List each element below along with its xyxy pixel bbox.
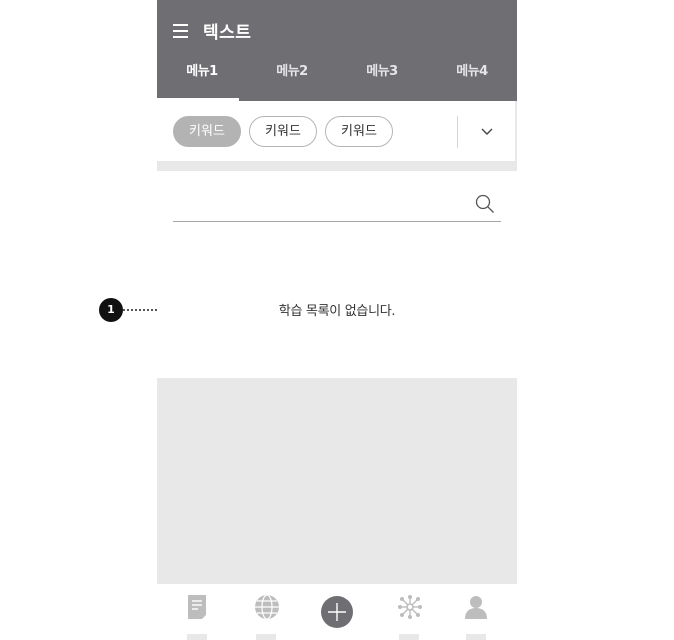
content-placeholder <box>157 378 517 584</box>
tab-menu3[interactable]: 메뉴3 <box>337 56 427 101</box>
person-icon <box>464 594 488 620</box>
nav-label-placeholder <box>256 634 276 640</box>
app-header: 텍스트 메뉴1 메뉴2 메뉴3 메뉴4 <box>157 0 517 101</box>
section-divider <box>157 161 517 171</box>
empty-state-message: 학습 목록이 없습니다. <box>278 304 396 319</box>
annotation-badge: 1 <box>99 298 123 322</box>
plus-circle-icon <box>320 595 354 629</box>
keyword-chip[interactable]: 키워드 <box>173 116 241 147</box>
document-icon <box>185 594 209 620</box>
tab-menu2[interactable]: 메뉴2 <box>247 56 337 101</box>
nav-label-placeholder <box>187 634 207 640</box>
nav-item-network[interactable] <box>389 594 429 640</box>
bottom-nav <box>157 584 517 640</box>
tab-menu4[interactable]: 메뉴4 <box>427 56 517 101</box>
search-input[interactable] <box>173 188 469 221</box>
menu-icon[interactable] <box>173 24 188 38</box>
globe-icon <box>254 594 279 620</box>
nav-item-document[interactable] <box>177 594 217 640</box>
network-icon <box>397 594 422 620</box>
app-title: 텍스트 <box>203 23 252 43</box>
tab-bar: 메뉴1 메뉴2 메뉴3 메뉴4 <box>157 56 517 101</box>
tab-menu1[interactable]: 메뉴1 <box>157 56 247 101</box>
keyword-chip[interactable]: 키워드 <box>325 116 393 147</box>
nav-item-globe[interactable] <box>246 594 286 640</box>
search-icon[interactable] <box>475 194 495 214</box>
mobile-screen: 텍스트 메뉴1 메뉴2 메뉴3 메뉴4 키워드 키워드 키워드 학습 목록이 없… <box>157 0 517 640</box>
search-box <box>173 188 501 222</box>
keyword-chip[interactable]: 키워드 <box>249 116 317 147</box>
nav-item-profile[interactable] <box>456 594 496 640</box>
nav-label-placeholder <box>399 634 419 640</box>
nav-item-add[interactable] <box>318 594 358 640</box>
nav-label-placeholder <box>466 634 486 640</box>
keyword-filter-bar: 키워드 키워드 키워드 <box>157 101 517 161</box>
keyword-divider <box>457 116 458 148</box>
chevron-down-icon[interactable] <box>475 121 499 143</box>
